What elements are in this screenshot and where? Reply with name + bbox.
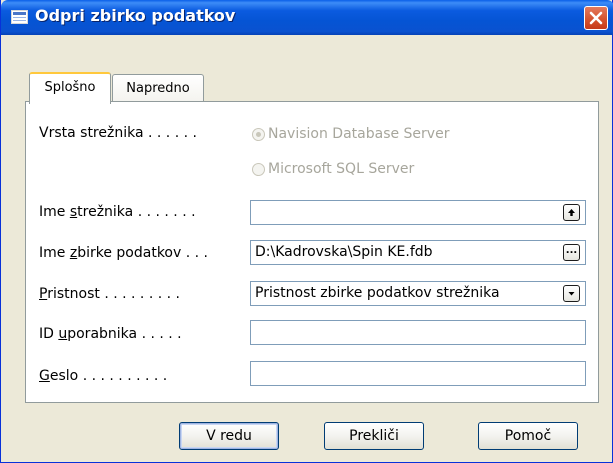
user-id-label: ID uporabnika . . . . .	[39, 326, 182, 342]
database-name-value: D:\Kadrovska\Spin KE.fdb	[255, 244, 433, 260]
chevron-down-icon	[568, 292, 575, 296]
server-name-label: Ime strežnika . . . . . . .	[39, 204, 196, 220]
radio-navision-label: Navision Database Server	[268, 126, 450, 142]
title-bar[interactable]: Odpri zbirko podatkov	[1, 0, 613, 35]
ok-button[interactable]: V redu	[179, 422, 279, 450]
tab-label: Napredno	[126, 81, 190, 96]
ellipsis-icon: ...	[565, 244, 578, 256]
user-id-field[interactable]	[250, 320, 586, 345]
dropdown-button[interactable]	[563, 285, 580, 302]
cancel-button-label: Prekliči	[349, 428, 399, 444]
dialog-window: Odpri zbirko podatkov Splošno Napredno V…	[0, 0, 613, 463]
database-name-label: Ime zbirke podatkov . . .	[39, 245, 208, 261]
ok-button-label: V redu	[206, 428, 252, 444]
authentication-select[interactable]: Pristnost zbirke podatkov strežnika	[250, 281, 586, 306]
server-lookup-button[interactable]	[563, 204, 580, 221]
browse-button[interactable]: ...	[563, 244, 580, 261]
tab-label: Splošno	[44, 80, 96, 95]
up-arrow-icon	[568, 209, 575, 216]
cancel-button[interactable]: Prekliči	[324, 422, 424, 450]
close-icon	[589, 11, 603, 25]
authentication-value: Pristnost zbirke podatkov strežnika	[255, 285, 500, 301]
database-window-icon	[11, 10, 28, 24]
server-name-field[interactable]	[250, 200, 586, 225]
close-button[interactable]	[584, 6, 608, 30]
tab-napredno[interactable]: Napredno	[112, 74, 204, 102]
server-type-label: Vrsta strežnika . . . . . .	[39, 125, 197, 141]
window-title: Odpri zbirko podatkov	[35, 6, 236, 25]
database-name-field[interactable]: D:\Kadrovska\Spin KE.fdb ...	[250, 240, 586, 265]
radio-sql-label: Microsoft SQL Server	[268, 161, 415, 177]
radio-button[interactable]	[252, 162, 265, 176]
password-label: Geslo . . . . . . . . . .	[39, 368, 168, 384]
authentication-label: Pristnost . . . . . . . . .	[39, 286, 180, 302]
tab-splosno[interactable]: Splošno	[29, 72, 111, 104]
radio-button-checked[interactable]	[252, 127, 265, 141]
help-button-label: Pomoč	[504, 428, 552, 444]
password-field[interactable]	[250, 361, 586, 386]
help-button[interactable]: Pomoč	[478, 422, 578, 450]
radio-sql-server[interactable]: Microsoft SQL Server	[252, 161, 414, 177]
radio-navision[interactable]: Navision Database Server	[252, 126, 449, 142]
